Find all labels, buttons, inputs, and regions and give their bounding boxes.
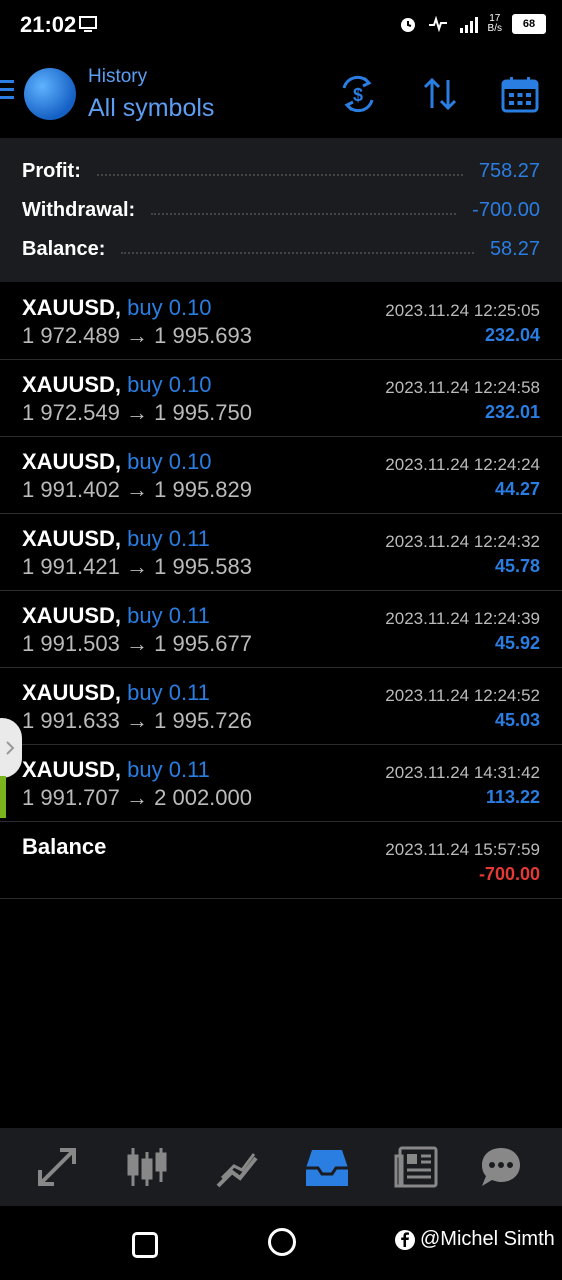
svg-text:$: $ [353, 85, 363, 105]
balance-operation-amount: -700.00 [478, 864, 540, 884]
chevron-right-icon [6, 741, 15, 755]
deal-prices: 1 991.503 → 1 995.677 [22, 631, 252, 656]
deal-time: 2023.11.24 12:24:39 [385, 609, 540, 628]
alarm-icon [400, 18, 415, 32]
history-summary: Profit: 758.27 Withdrawal: -700.00 Balan… [0, 138, 562, 282]
deal-profit: 44.27 [494, 479, 540, 499]
notification-icon [79, 16, 97, 32]
dotted-leader [151, 213, 457, 215]
balance-value: 58.27 [489, 237, 540, 260]
balance-label: Balance: [22, 237, 106, 260]
dotted-leader [121, 252, 474, 254]
deal-row[interactable]: XAUUSD, buy 0.11 1 991.503 → 1 995.677 2… [0, 591, 562, 668]
status-time: 21:02 [20, 12, 77, 37]
deal-time: 2023.11.24 14:31:42 [385, 763, 540, 782]
deal-row[interactable]: XAUUSD, buy 0.11 1 991.633 → 1 995.726 2… [0, 668, 562, 745]
deal-profit: 45.78 [494, 556, 540, 576]
balance-operation-time: 2023.11.24 15:57:59 [385, 840, 540, 859]
watermark-text: @Michel Simth [420, 1228, 555, 1250]
deal-type: buy 0.10 [127, 295, 212, 320]
side-drawer-handle[interactable] [0, 718, 22, 778]
sort-icon[interactable] [420, 74, 460, 114]
deposit-icon[interactable]: $ [338, 74, 378, 114]
home-button[interactable] [268, 1228, 296, 1256]
withdrawal-value: -700.00 [472, 198, 540, 221]
status-indicators: 17 B/s 68 [398, 12, 546, 36]
deal-time: 2023.11.24 12:24:58 [385, 378, 540, 397]
facebook-icon [395, 1229, 415, 1250]
deal-type: buy 0.11 [127, 757, 210, 782]
trade-icon[interactable] [214, 1144, 260, 1190]
deal-profit: 232.04 [484, 325, 540, 345]
deal-time: 2023.11.24 12:24:32 [385, 532, 540, 551]
activity-icon [428, 15, 447, 33]
withdrawal-label: Withdrawal: [22, 198, 136, 221]
withdrawal-row: Withdrawal: -700.00 [22, 195, 540, 225]
history-icon[interactable] [304, 1144, 350, 1190]
deal-time: 2023.11.24 12:24:24 [385, 455, 540, 474]
deal-row[interactable]: XAUUSD, buy 0.11 1 991.421 → 1 995.583 2… [0, 514, 562, 591]
header-subtitle: History [88, 66, 148, 87]
dotted-leader [96, 174, 463, 176]
deal-type: buy 0.11 [127, 603, 210, 628]
profit-label: Profit: [22, 159, 81, 182]
symbol-filter[interactable]: All symbols [88, 94, 214, 123]
deal-prices: 1 991.707 → 2 002.000 [22, 785, 252, 810]
deal-symbol: XAUUSD, buy 0.10 [22, 449, 212, 474]
balance-row: Balance: 58.27 [22, 234, 540, 264]
profit-value: 758.27 [478, 159, 540, 182]
app-logo [24, 68, 76, 120]
deals-list: XAUUSD, buy 0.10 1 972.489 → 1 995.693 2… [0, 283, 562, 899]
deal-type: buy 0.10 [127, 449, 212, 474]
deal-row[interactable]: XAUUSD, buy 0.11 1 991.707 → 2 002.000 2… [0, 745, 562, 822]
menu-icon[interactable] [0, 80, 14, 102]
deal-prices: 1 991.421 → 1 995.583 [22, 554, 252, 579]
deal-row[interactable]: XAUUSD, buy 0.10 1 972.549 → 1 995.750 2… [0, 360, 562, 437]
side-accent-bar [0, 776, 6, 818]
deal-symbol: XAUUSD, buy 0.11 [22, 603, 210, 628]
deal-time: 2023.11.24 12:24:52 [385, 686, 540, 705]
deal-row[interactable]: XAUUSD, buy 0.10 1 972.489 → 1 995.693 2… [0, 283, 562, 360]
deal-prices: 1 991.633 → 1 995.726 [22, 708, 252, 733]
deal-type: buy 0.11 [127, 526, 210, 551]
profit-row: Profit: 758.27 [22, 156, 540, 186]
system-navigation: @Michel Simth [0, 1206, 562, 1280]
network-speed: 17 B/s [487, 13, 502, 34]
deal-profit: 232.01 [484, 402, 540, 422]
deal-symbol: XAUUSD, buy 0.10 [22, 372, 212, 397]
deal-profit: 45.03 [494, 710, 540, 730]
chat-icon[interactable] [478, 1144, 524, 1190]
deal-prices: 1 972.549 → 1 995.750 [22, 400, 252, 425]
deal-prices: 1 991.402 → 1 995.829 [22, 477, 252, 502]
balance-operation-label: Balance [22, 834, 107, 859]
bottom-tab-bar [0, 1128, 562, 1206]
deal-symbol: XAUUSD, buy 0.11 [22, 757, 210, 782]
deal-symbol: XAUUSD, buy 0.10 [22, 295, 212, 320]
deal-prices: 1 972.489 → 1 995.693 [22, 323, 252, 348]
deal-time: 2023.11.24 12:25:05 [385, 301, 540, 320]
deal-symbol: XAUUSD, buy 0.11 [22, 526, 210, 551]
balance-operation-row[interactable]: Balance 2023.11.24 15:57:59 -700.00 [0, 822, 562, 899]
deal-row[interactable]: XAUUSD, buy 0.10 1 991.402 → 1 995.829 2… [0, 437, 562, 514]
watermark: @Michel Simth [394, 1228, 555, 1251]
app-header: History All symbols $ [0, 48, 562, 138]
news-icon[interactable] [394, 1144, 440, 1190]
recent-apps-button[interactable] [132, 1232, 158, 1258]
deal-type: buy 0.11 [127, 680, 210, 705]
deal-profit: 45.92 [494, 633, 540, 653]
chart-icon[interactable] [124, 1144, 170, 1190]
signal-icon [459, 17, 478, 33]
deal-type: buy 0.10 [127, 372, 212, 397]
status-bar: 21:02 17 B/s 68 [0, 0, 562, 48]
deal-symbol: XAUUSD, buy 0.11 [22, 680, 210, 705]
quotes-icon[interactable] [34, 1144, 80, 1190]
battery-indicator: 68 [512, 14, 546, 34]
deal-profit: 113.22 [485, 787, 540, 807]
calendar-icon[interactable] [500, 74, 540, 114]
